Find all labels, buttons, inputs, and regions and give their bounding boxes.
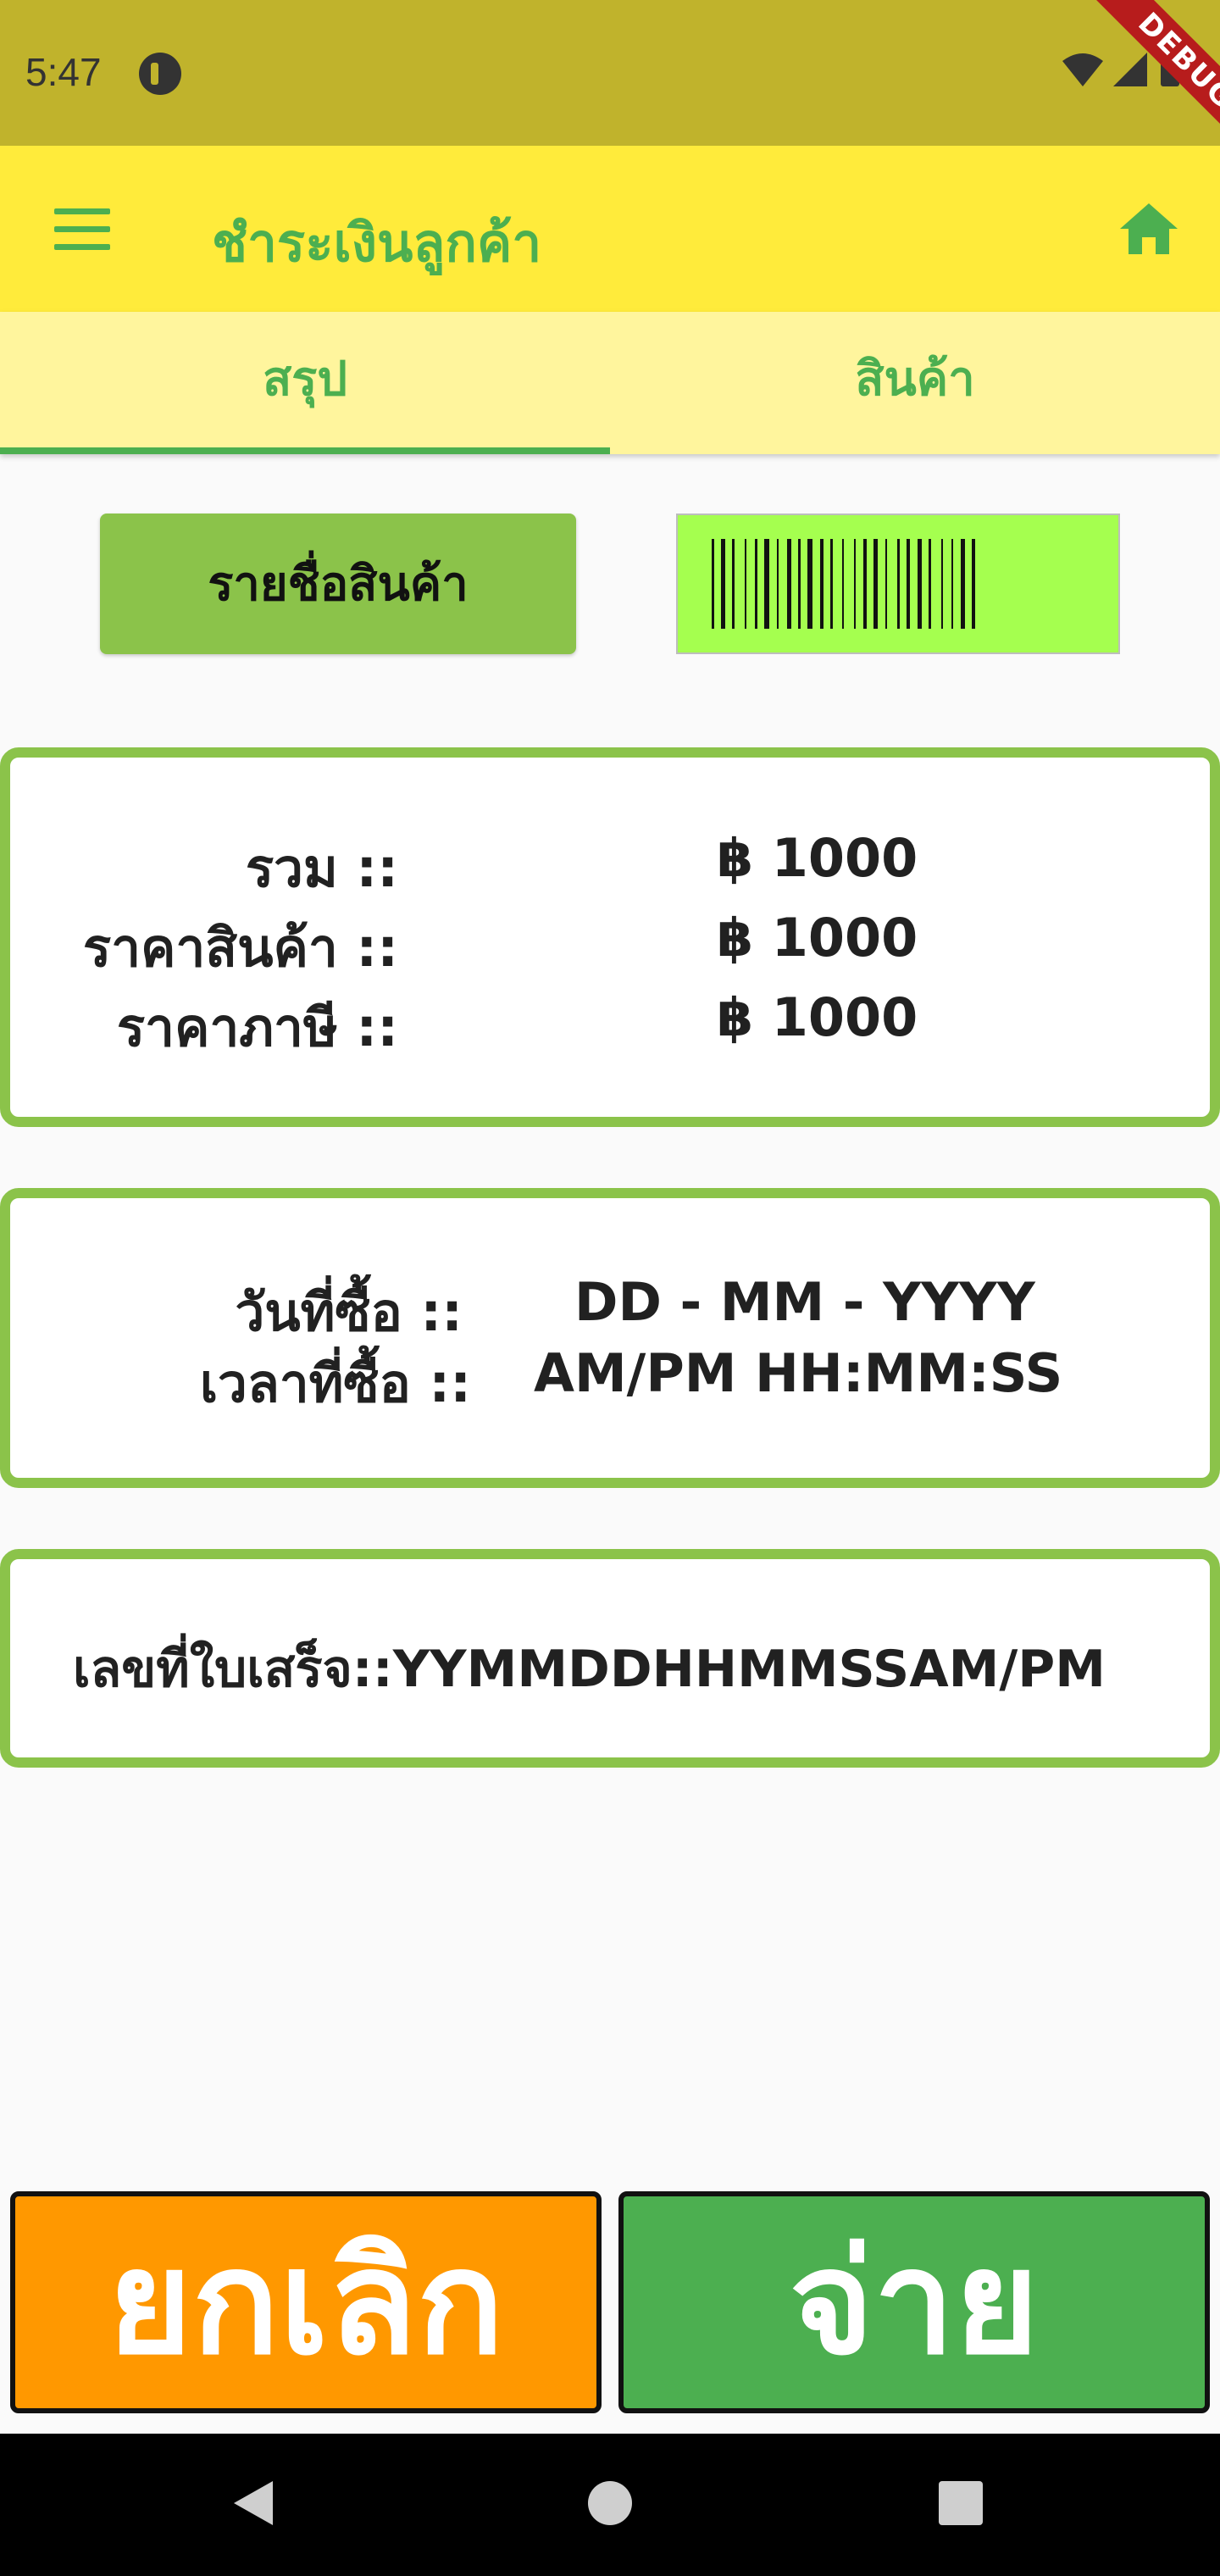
tab-indicator (0, 447, 610, 454)
app-bar (0, 146, 1220, 312)
tab-products[interactable]: สินค้า (610, 312, 1220, 449)
page-title: ชำระเงินลูกค้า (212, 212, 542, 274)
tax-label: ราคาภาษี :: (116, 997, 398, 1058)
home-icon[interactable] (1118, 202, 1179, 256)
notification-app-icon (139, 53, 181, 95)
tab-summary[interactable]: สรุป (0, 312, 610, 449)
cancel-button[interactable]: ยกเลิก (10, 2191, 602, 2413)
barcode-icon (712, 539, 975, 629)
total-value: ฿ 1000 (717, 827, 918, 889)
product-price-label: ราคาสินค้า :: (82, 917, 398, 979)
barcode-scan-button[interactable] (676, 514, 1120, 654)
pay-button[interactable]: จ่าย (618, 2191, 1210, 2413)
tax-value: ฿ 1000 (717, 986, 918, 1048)
total-label: รวม :: (245, 837, 398, 899)
signal-icon (1113, 53, 1147, 86)
purchase-time-label: เวลาที่ซื้อ :: (199, 1352, 471, 1414)
purchase-time-value: AM/PM HH:MM:SS (534, 1342, 1063, 1404)
status-bar (0, 0, 1220, 146)
back-icon[interactable] (234, 2481, 273, 2525)
product-price-value: ฿ 1000 (717, 907, 918, 969)
home-nav-icon[interactable] (588, 2481, 632, 2525)
receipt-number: เลขที่ใบเสร็จ::YYMMDDHHMMSSAM/PM (73, 1640, 1106, 1699)
product-list-button[interactable]: รายชื่อสินค้า (100, 514, 576, 654)
status-time: 5:47 (25, 50, 102, 94)
recent-apps-icon[interactable] (939, 2481, 983, 2525)
wifi-icon (1062, 53, 1103, 86)
menu-icon[interactable] (54, 208, 110, 251)
purchase-date-value: DD - MM - YYYY (574, 1271, 1035, 1333)
